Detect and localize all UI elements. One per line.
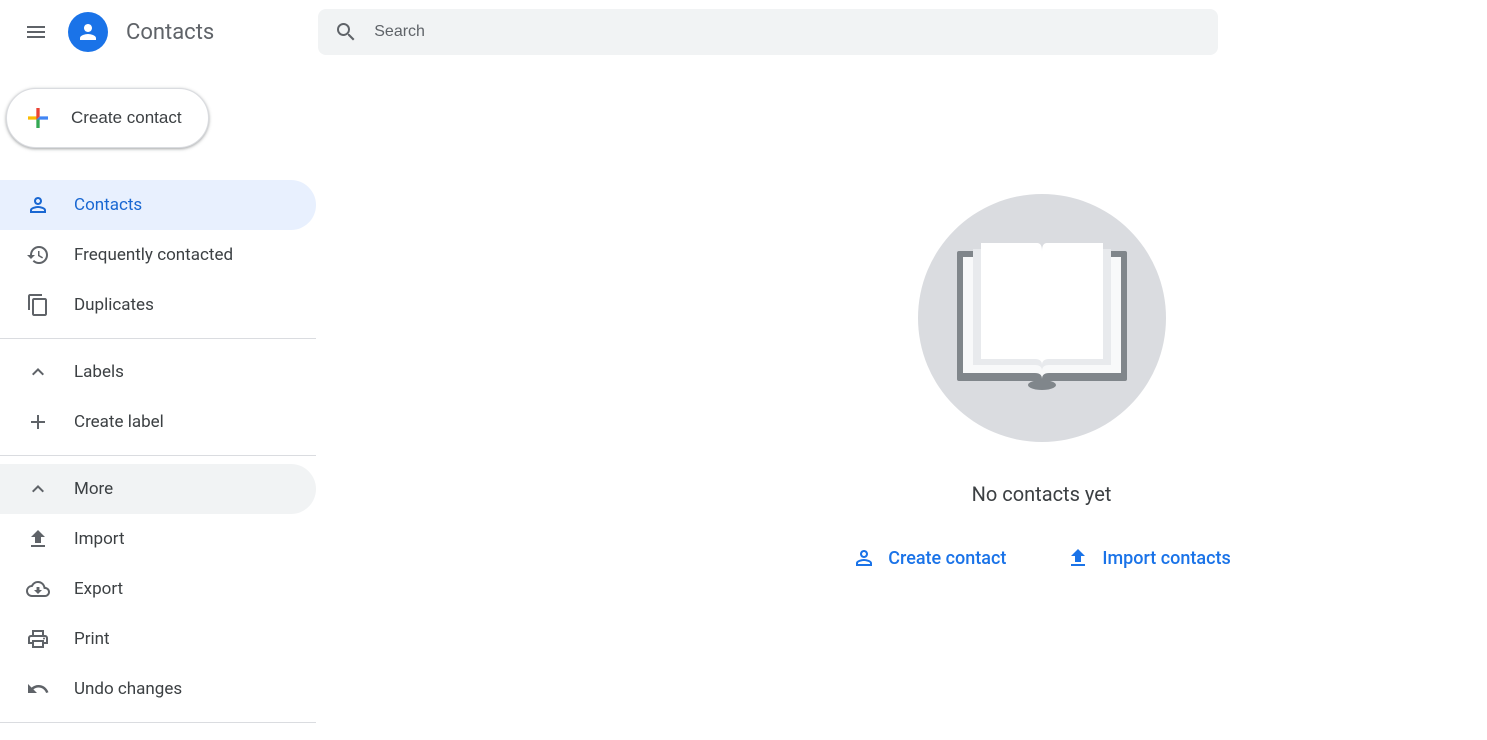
print-icon [26,627,50,651]
sidebar-divider [0,455,316,456]
empty-actions: Create contact Import contacts [852,546,1230,570]
person-icon [76,20,100,44]
sidebar-undo-label: Undo changes [74,679,182,699]
search-input[interactable] [374,23,1202,41]
person-add-icon [852,546,876,570]
sidebar-create-label[interactable]: Create label [0,397,316,447]
sidebar-export[interactable]: Export [0,564,316,614]
sidebar-more-header[interactable]: More [0,464,316,514]
sidebar-item-contacts-label: Contacts [74,195,142,215]
upload-icon [1066,546,1090,570]
person-outline-icon [26,193,50,217]
sidebar-labels-label: Labels [74,362,124,382]
chevron-up-icon [26,477,50,501]
add-icon [26,410,50,434]
sidebar-item-frequent[interactable]: Frequently contacted [0,230,316,280]
search-icon [334,20,358,44]
sidebar-import-label: Import [74,529,125,549]
hamburger-icon [24,20,48,44]
create-contact-action-label: Create contact [888,548,1006,569]
app-title: Contacts [126,20,214,45]
empty-illustration [918,194,1166,442]
undo-icon [26,677,50,701]
create-contact-action[interactable]: Create contact [852,546,1006,570]
sidebar-create-label-label: Create label [74,412,164,432]
book-icon [947,233,1137,403]
sidebar-item-frequent-label: Frequently contacted [74,245,233,265]
upload-icon [26,527,50,551]
contacts-logo [68,12,108,52]
sidebar-item-duplicates[interactable]: Duplicates [0,280,316,330]
main-content: No contacts yet Create contact Import co… [316,64,1487,740]
sidebar-more-label: More [74,479,113,499]
main-menu-button[interactable] [12,8,60,56]
import-contacts-action[interactable]: Import contacts [1066,546,1230,570]
sidebar-item-contacts[interactable]: Contacts [0,180,316,230]
app-logo-area: Contacts [68,12,214,52]
import-contacts-action-label: Import contacts [1102,548,1230,569]
create-contact-label: Create contact [71,108,182,128]
sidebar-import[interactable]: Import [0,514,316,564]
sidebar-item-duplicates-label: Duplicates [74,295,154,315]
chevron-up-icon [26,360,50,384]
sidebar-divider [0,338,316,339]
sidebar-labels-header[interactable]: Labels [0,347,316,397]
search-bar[interactable] [318,9,1218,55]
sidebar-export-label: Export [74,579,123,599]
history-icon [26,243,50,267]
create-contact-button[interactable]: Create contact [6,88,209,148]
cloud-download-icon [26,577,50,601]
app-header: Contacts [0,0,1487,64]
sidebar-print[interactable]: Print [0,614,316,664]
sidebar-undo-changes[interactable]: Undo changes [0,664,316,714]
duplicate-icon [26,293,50,317]
sidebar-print-label: Print [74,629,110,649]
sidebar-divider [0,722,316,723]
sidebar: Create contact Contacts Frequently conta… [0,64,316,740]
plus-icon [23,103,53,133]
empty-state-text: No contacts yet [972,482,1112,506]
